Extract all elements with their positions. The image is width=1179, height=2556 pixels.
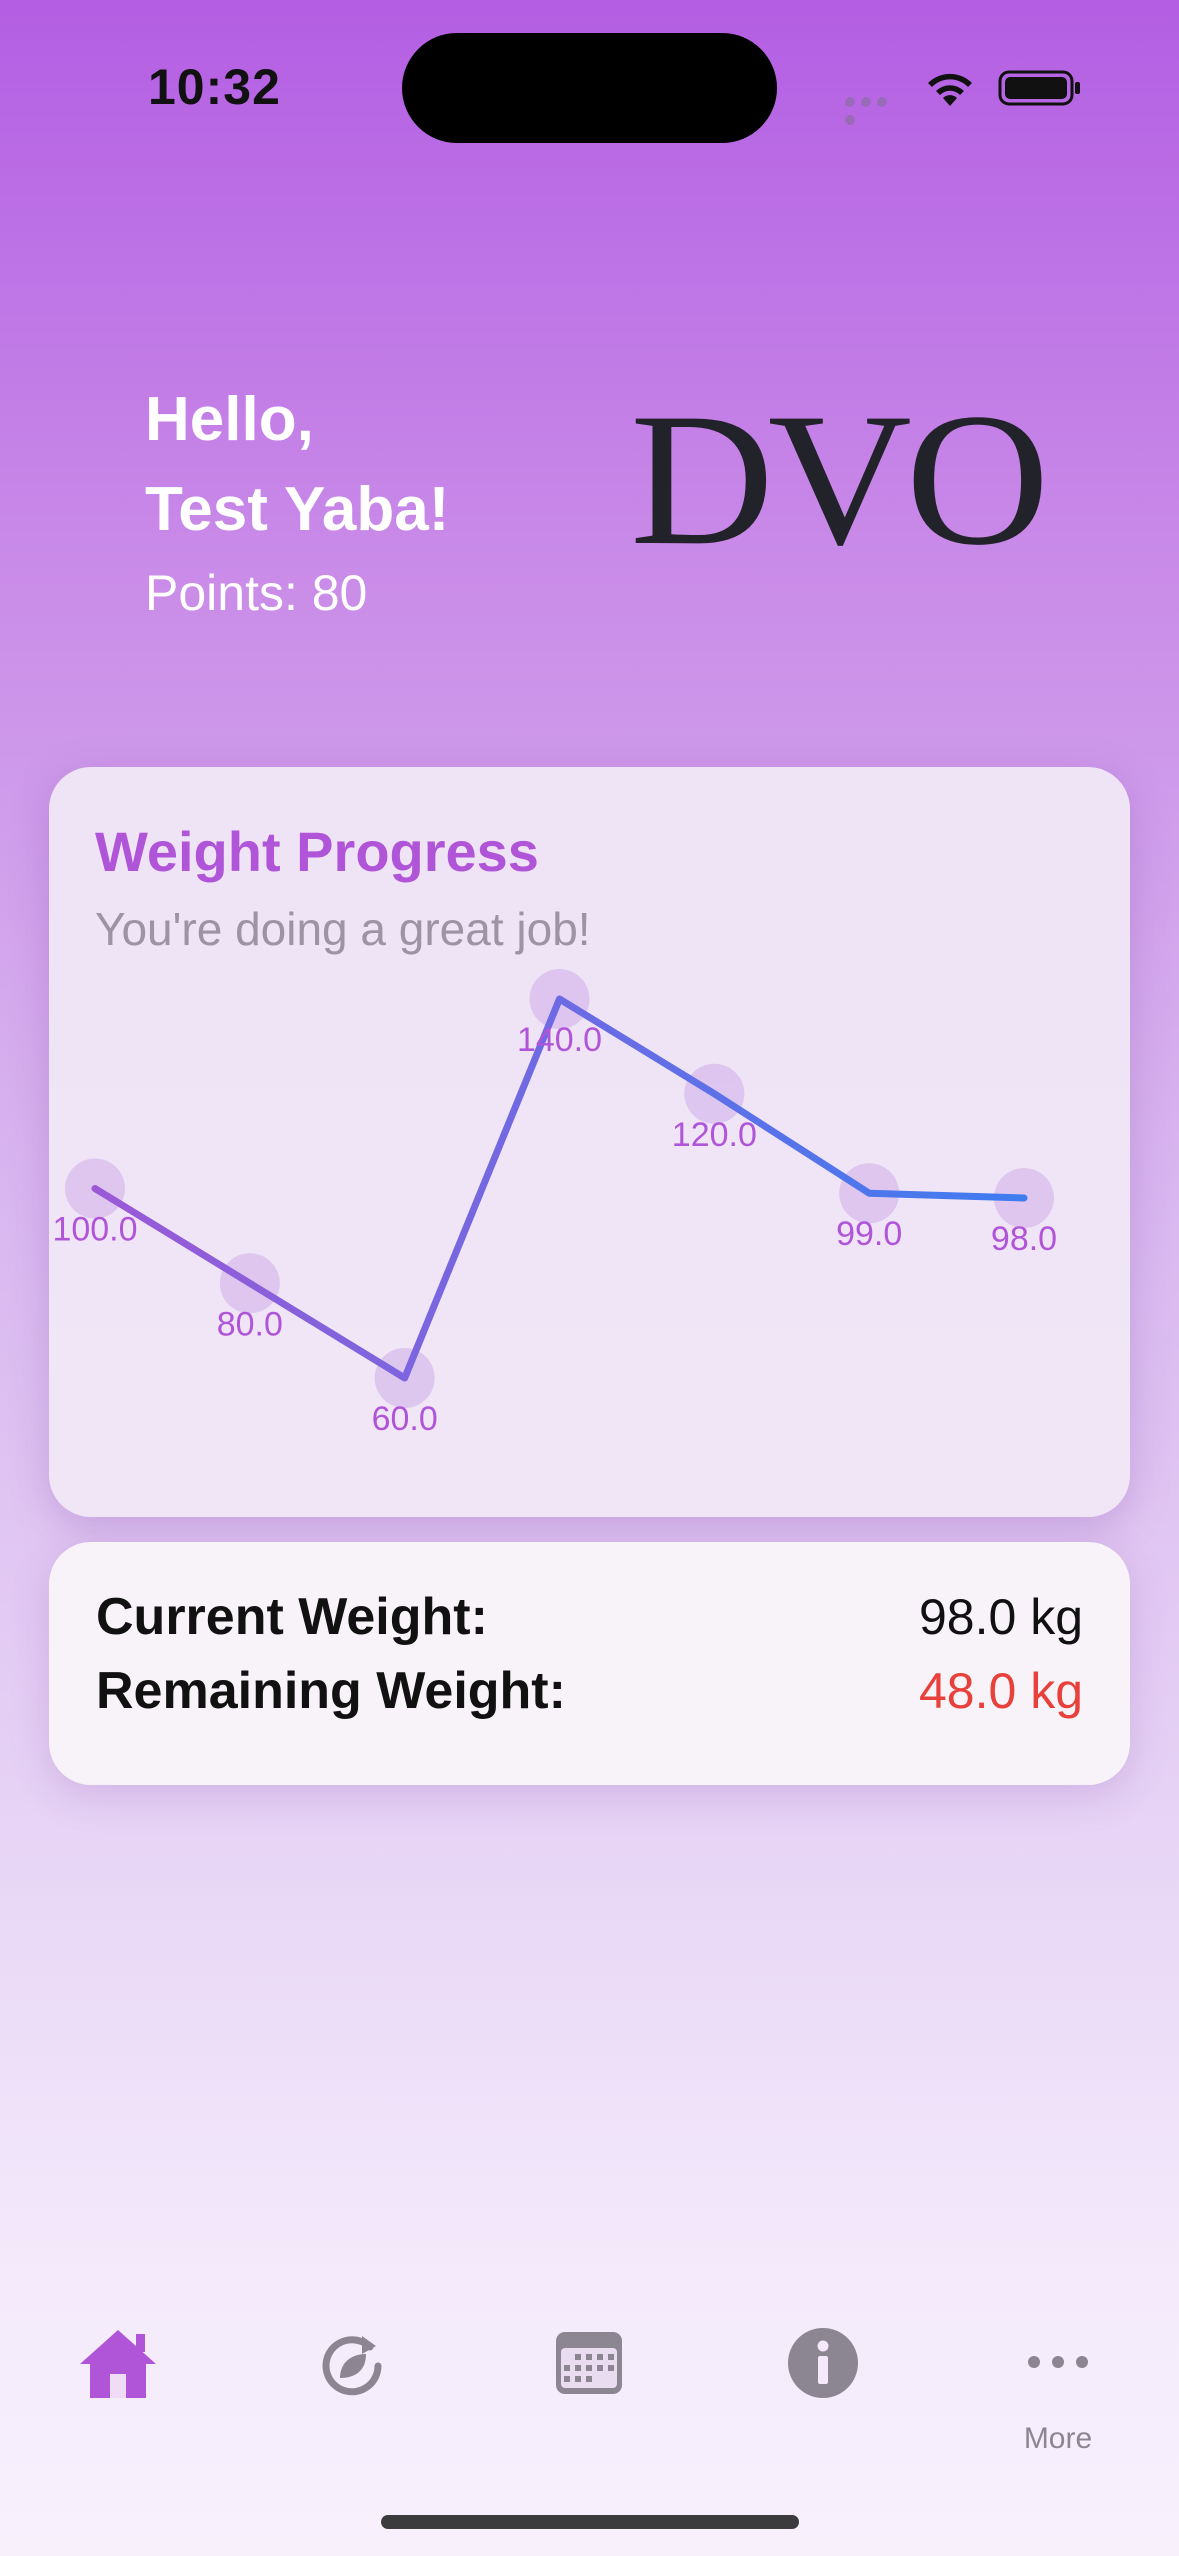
- status-bar: 10:32: [0, 0, 1179, 150]
- current-weight-row: Current Weight: 98.0 kg: [96, 1582, 1083, 1652]
- cellular-signal-icon: [845, 94, 907, 125]
- info-icon: [788, 2328, 858, 2398]
- home-icon: [80, 2330, 156, 2398]
- remaining-weight-label: Remaining Weight:: [96, 1662, 566, 1720]
- calendar-icon: [556, 2332, 622, 2394]
- current-weight-value: 98.0 kg: [918, 1589, 1083, 1645]
- data-point-label: 140.0: [517, 1021, 602, 1059]
- greeting-block: Hello, Test Yaba! Points: 80: [145, 375, 449, 627]
- data-point-label: 98.0: [991, 1220, 1057, 1258]
- tab-home[interactable]: [28, 2300, 208, 2470]
- tab-more-label: More: [1023, 2422, 1093, 2455]
- battery-icon: [998, 70, 1080, 106]
- weight-line-chart: 100.0 80.0 60.0 140.0 120.0 99.0 98.0: [52, 969, 1057, 1438]
- data-point-label: 99.0: [836, 1215, 902, 1253]
- dynamic-island: [402, 33, 777, 143]
- data-point-label: 80.0: [217, 1305, 283, 1343]
- refresh-leaf-icon: [322, 2336, 382, 2396]
- points-label: Points: 80: [145, 565, 368, 621]
- wifi-icon: [928, 73, 972, 106]
- more-icon: [1028, 2356, 1088, 2368]
- data-point-label: 100.0: [52, 1211, 137, 1249]
- greeting-hello: Hello,: [145, 385, 314, 454]
- status-time: 10:32: [148, 59, 281, 115]
- greeting-user-name: Test Yaba!: [145, 475, 450, 544]
- tab-more[interactable]: More: [968, 2300, 1148, 2470]
- tab-calendar[interactable]: [499, 2300, 679, 2470]
- weight-progress-card: Weight Progress You're doing a great job…: [49, 767, 1130, 1517]
- tab-info[interactable]: [733, 2300, 913, 2470]
- data-point-label: 60.0: [372, 1400, 438, 1438]
- remaining-weight-row: Remaining Weight: 48.0 kg: [96, 1656, 1083, 1726]
- data-point-label: 120.0: [672, 1116, 757, 1154]
- tab-bar: More: [0, 2300, 1179, 2500]
- dvo-logo: DVO: [630, 375, 1050, 585]
- weight-stats-card: Current Weight: 98.0 kg Remaining Weight…: [49, 1542, 1130, 1785]
- current-weight-label: Current Weight:: [96, 1588, 488, 1646]
- home-indicator: [381, 2515, 799, 2529]
- tab-progress[interactable]: [262, 2300, 442, 2470]
- remaining-weight-value: 48.0 kg: [918, 1663, 1083, 1719]
